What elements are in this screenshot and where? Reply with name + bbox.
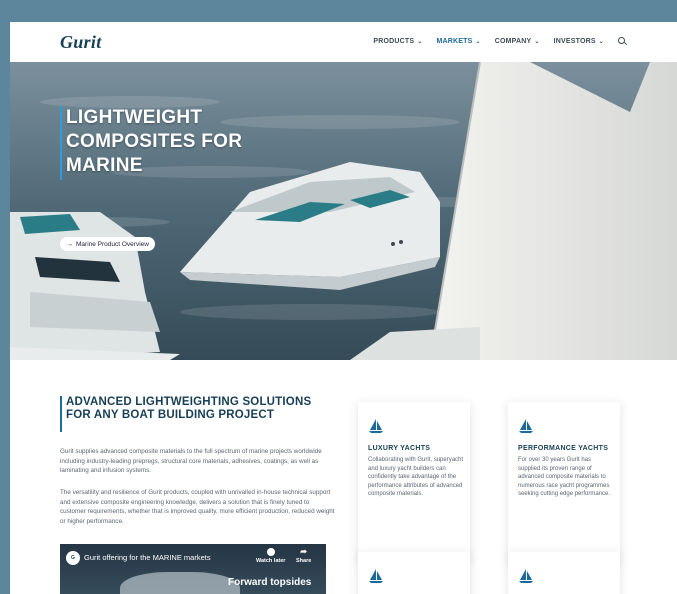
chevron-down-icon: ⌄ bbox=[598, 39, 604, 45]
sailboat-icon bbox=[519, 419, 533, 433]
sailboat-icon bbox=[369, 569, 383, 583]
site-header: Gurit PRODUCTS ⌄ MARKETS ⌄ COMPANY ⌄ INVEST… bbox=[10, 22, 677, 62]
video-thumbnail-boat bbox=[120, 572, 240, 594]
chevron-down-icon: ⌄ bbox=[534, 39, 540, 45]
nav-investors-label: INVESTORS bbox=[553, 38, 596, 45]
watch-later-button[interactable]: Watch later bbox=[256, 548, 285, 564]
nav-markets-label: MARKETS bbox=[436, 38, 473, 45]
sailboat-icon bbox=[369, 419, 383, 433]
hero-title-accent bbox=[60, 106, 62, 180]
video-caption: Forward topsides bbox=[228, 577, 312, 588]
card-title: LUXURY YACHTS bbox=[368, 445, 431, 452]
nav-products-label: PRODUCTS bbox=[373, 38, 415, 45]
watch-later-label: Watch later bbox=[256, 558, 286, 564]
intro-paragraph-2: The versatility and resilience of Gurit … bbox=[60, 489, 335, 525]
video-title[interactable]: Gurit offering for the MARINE markets bbox=[84, 553, 211, 562]
share-icon: ➦ bbox=[300, 547, 307, 556]
gurit-logo[interactable]: Gurit bbox=[60, 32, 102, 53]
share-label: Share bbox=[296, 558, 312, 564]
nav-company[interactable]: COMPANY ⌄ bbox=[495, 38, 540, 45]
marine-product-overview-button[interactable]: → Marine Product Overview bbox=[60, 237, 155, 251]
nav-products[interactable]: PRODUCTS ⌄ bbox=[373, 38, 422, 45]
share-button[interactable]: ➦ Share bbox=[296, 547, 312, 565]
video-player[interactable]: G Gurit offering for the MARINE markets … bbox=[60, 544, 326, 594]
intro-paragraph-1: Gurit supplies advanced composite materi… bbox=[60, 448, 322, 474]
nav-company-label: COMPANY bbox=[494, 38, 532, 45]
nav-markets[interactable]: MARKETS ⌄ bbox=[436, 38, 480, 45]
card-performance-yachts[interactable]: PERFORMANCE YACHTS For over 30 years Gur… bbox=[508, 402, 620, 560]
clock-icon bbox=[266, 548, 275, 556]
card-luxury-yachts[interactable]: LUXURY YACHTS Collaborating with Gurit, … bbox=[358, 402, 470, 560]
card-title: PERFORMANCE YACHTS bbox=[518, 445, 609, 452]
browser-top-strip bbox=[0, 0, 677, 22]
page: Gurit PRODUCTS ⌄ MARKETS ⌄ COMPANY ⌄ INVEST… bbox=[10, 22, 677, 594]
card-recreational[interactable] bbox=[508, 552, 620, 594]
hero-button-label: Marine Product Overview bbox=[76, 240, 149, 248]
nav-investors[interactable]: INVESTORS ⌄ bbox=[554, 38, 604, 45]
main-nav: PRODUCTS ⌄ MARKETS ⌄ COMPANY ⌄ INVESTORS ⌄ bbox=[373, 37, 627, 46]
card-commercial[interactable] bbox=[358, 552, 470, 594]
hero-title: LIGHTWEIGHT COMPOSITES FOR MARINE bbox=[66, 107, 243, 176]
chevron-down-icon: ⌄ bbox=[417, 39, 423, 45]
arrow-right-icon: → bbox=[66, 240, 73, 248]
hero-banner: LIGHTWEIGHT COMPOSITES FOR MARINE → Mari… bbox=[10, 62, 677, 360]
card-text: For over 30 years Gurit has supplied its… bbox=[518, 457, 611, 498]
channel-avatar[interactable]: G bbox=[66, 551, 80, 565]
card-text: Collaborating with Gurit, superyacht and… bbox=[368, 457, 464, 498]
chevron-down-icon: ⌄ bbox=[475, 39, 481, 45]
search-icon[interactable] bbox=[618, 37, 627, 46]
section-accent bbox=[60, 396, 62, 432]
sailboat-icon bbox=[519, 569, 533, 583]
section-title: ADVANCED LIGHTWEIGHTING SOLUTIONS FOR AN… bbox=[66, 396, 312, 421]
